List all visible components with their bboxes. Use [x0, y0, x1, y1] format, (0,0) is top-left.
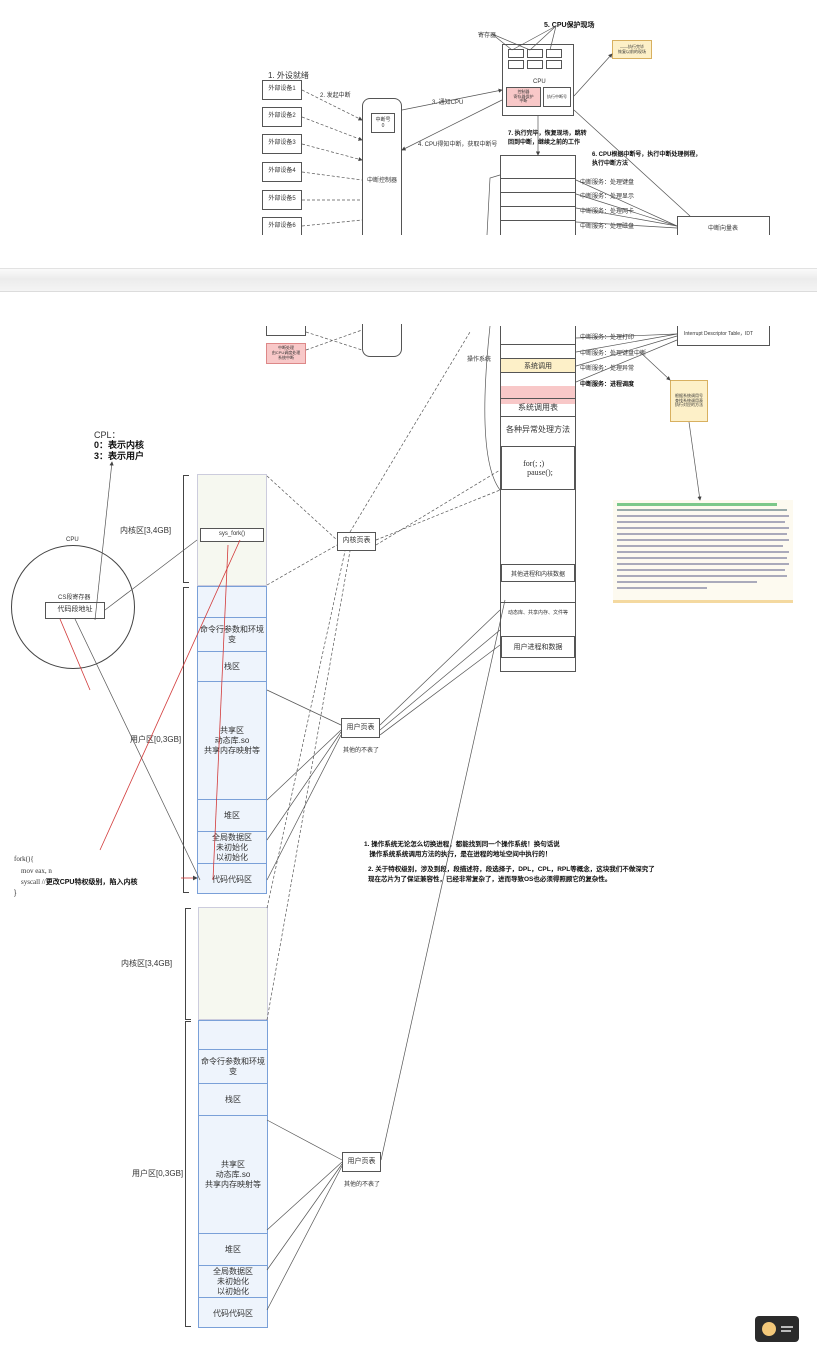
connector-lines — [59, 25, 702, 1311]
